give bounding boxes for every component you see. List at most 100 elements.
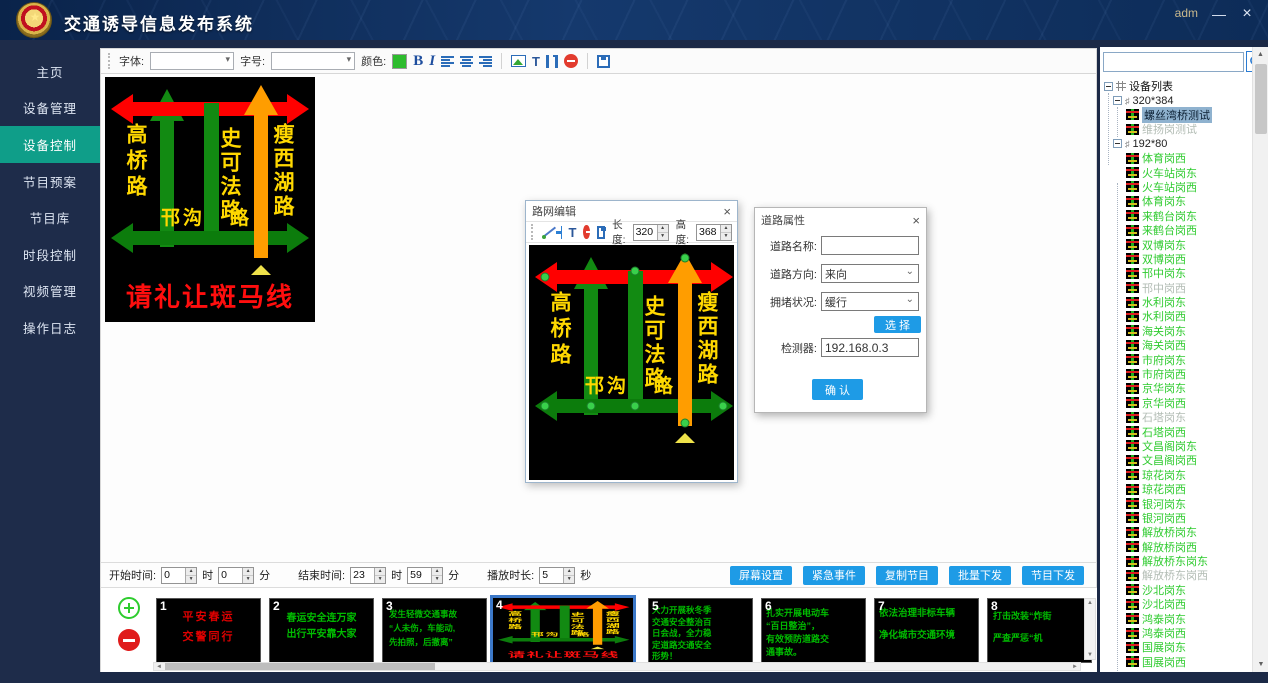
height-spinner[interactable]: 368 ▲▼ xyxy=(696,224,732,241)
minimize-button[interactable]: — xyxy=(1208,4,1230,24)
sidebar-item-program-plan[interactable]: 节目预案 xyxy=(0,163,100,200)
start-minute-spinner[interactable]: 0 ▲▼ xyxy=(218,567,254,584)
scrollbar-thumb[interactable] xyxy=(165,663,435,670)
end-hour-spinner[interactable]: 23 ▲▼ xyxy=(350,567,386,584)
tree-device-item[interactable]: 双博岗东 xyxy=(1100,237,1251,251)
tree-device-item[interactable]: 鸿泰岗西 xyxy=(1100,626,1251,640)
detector-input[interactable]: 192.168.0.3 xyxy=(821,338,919,357)
playlist-vertical-scrollbar[interactable]: ▲▼ xyxy=(1084,598,1096,660)
sidebar-item-video-manage[interactable]: 视频管理 xyxy=(0,273,100,310)
program-thumbnail[interactable]: 5 大力开展秋冬季 交通安全整治百 日会战，全力稳 定道路交通安全 形势！ xyxy=(648,598,753,663)
program-thumbnail[interactable]: 7 依法治理非标车辆 净化城市交通环境 xyxy=(874,598,979,663)
road-name-input[interactable] xyxy=(821,236,919,255)
batch-send-button[interactable]: 批量下发 xyxy=(949,566,1011,585)
align-left-icon[interactable] xyxy=(441,56,454,67)
scroll-up-arrow[interactable]: ▲ xyxy=(1253,47,1268,62)
tree-device-item[interactable]: 琼花岗东 xyxy=(1100,468,1251,482)
program-thumbnail[interactable]: 3 发生轻微交通事故 “人未伤，车能动, 先拍照，后撤离” xyxy=(382,598,487,663)
tree-device-item[interactable]: 文昌阁岗西 xyxy=(1100,453,1251,467)
tree-device-item[interactable]: 体育岗东 xyxy=(1100,194,1251,208)
horizontal-scrollbar[interactable]: ◄ ► xyxy=(153,662,1081,671)
tree-device-item[interactable]: 邗中岗西 xyxy=(1100,280,1251,294)
copy-program-button[interactable]: 复制节目 xyxy=(876,566,938,585)
tree-device-item[interactable]: 市府岗东 xyxy=(1100,352,1251,366)
screen-settings-button[interactable]: 屏幕设置 xyxy=(730,566,792,585)
collapse-icon[interactable] xyxy=(1113,139,1122,148)
tree-device-item[interactable]: 维扬岗测试 xyxy=(1100,122,1251,136)
tree-device-item[interactable]: 鸿泰岗东 xyxy=(1100,611,1251,625)
dialog-close-icon[interactable]: × xyxy=(912,214,920,227)
tree-device-item[interactable]: 邗中岗东 xyxy=(1100,266,1251,280)
scroll-left-arrow[interactable]: ◄ xyxy=(154,662,164,671)
text-tool-icon[interactable]: T xyxy=(532,54,540,69)
tree-device-item[interactable]: 市府岗西 xyxy=(1100,367,1251,381)
collapse-icon[interactable] xyxy=(1104,82,1113,91)
font-size-select[interactable] xyxy=(271,52,355,70)
line-tool-icon[interactable] xyxy=(542,226,548,239)
tree-root[interactable]: 设备列表 xyxy=(1100,79,1251,93)
delete-icon[interactable] xyxy=(564,54,578,68)
sidebar-item-device-control[interactable]: 设备控制 xyxy=(0,126,100,163)
save-icon[interactable] xyxy=(597,55,610,68)
road-direction-select[interactable]: 来向 xyxy=(821,264,919,283)
tree-device-item[interactable]: 海关岗东 xyxy=(1100,324,1251,338)
move-tool-icon[interactable] xyxy=(556,226,562,239)
length-spinner[interactable]: 320 ▲▼ xyxy=(633,224,669,241)
start-hour-spinner[interactable]: 0 ▲▼ xyxy=(161,567,197,584)
tree-group-320x384[interactable]: ♯ 320*384 xyxy=(1100,93,1251,107)
road-editor-canvas[interactable]: 高桥路 史可法路 瘦西湖路 邗沟 路 请礼让斑马线 xyxy=(529,245,734,480)
tree-device-item[interactable]: 火车站岗西 xyxy=(1100,180,1251,194)
tree-device-item[interactable]: 火车站岗东 xyxy=(1100,165,1251,179)
confirm-button[interactable]: 确 认 xyxy=(812,379,863,400)
tree-device-item[interactable]: 水利岗东 xyxy=(1100,295,1251,309)
font-select[interactable] xyxy=(150,52,234,70)
congestion-select[interactable]: 缓行 xyxy=(821,292,919,311)
program-thumbnail[interactable]: 8 打击改装“炸街 严查严惩“机 xyxy=(987,598,1092,663)
send-program-button[interactable]: 节目下发 xyxy=(1022,566,1084,585)
sidebar-item-operation-log[interactable]: 操作日志 xyxy=(0,309,100,346)
program-thumbnail[interactable]: 2 春运安全连万家 出行平安靠大家 xyxy=(269,598,374,663)
tree-device-item[interactable]: 水利岗西 xyxy=(1100,309,1251,323)
duration-spinner[interactable]: 5 ▲▼ xyxy=(539,567,575,584)
tree-device-item[interactable]: 银河岗西 xyxy=(1100,511,1251,525)
tree-device-item[interactable]: 国展岗西 xyxy=(1100,655,1251,669)
sidebar-item-device-manage[interactable]: 设备管理 xyxy=(0,90,100,127)
tree-device-item[interactable]: 琼花岗西 xyxy=(1100,482,1251,496)
delete-icon[interactable] xyxy=(583,225,590,239)
scroll-down-arrow[interactable]: ▼ xyxy=(1253,657,1268,672)
tree-device-item[interactable]: 文昌阁岗东 xyxy=(1100,439,1251,453)
collapse-icon[interactable] xyxy=(1113,96,1122,105)
text-tool-icon[interactable]: T xyxy=(569,225,577,240)
sidebar-item-time-control[interactable]: 时段控制 xyxy=(0,236,100,273)
tree-device-item[interactable]: 来鹤台岗西 xyxy=(1100,223,1251,237)
tree-device-item[interactable]: 石塔岗东 xyxy=(1100,410,1251,424)
tree-device-item[interactable]: 石塔岗西 xyxy=(1100,424,1251,438)
tree-device-item[interactable]: 解放桥东岗东 xyxy=(1100,554,1251,568)
remove-program-button[interactable] xyxy=(118,629,140,651)
close-button[interactable]: × xyxy=(1236,4,1258,24)
end-minute-spinner[interactable]: 59 ▲▼ xyxy=(407,567,443,584)
dialog-titlebar[interactable]: 路网编辑 × xyxy=(526,201,737,221)
add-program-button[interactable] xyxy=(118,597,140,619)
select-detector-button[interactable]: 选 择 xyxy=(874,316,921,333)
align-right-icon[interactable] xyxy=(479,56,492,67)
tree-device-item[interactable]: 国展岗东 xyxy=(1100,640,1251,654)
italic-button[interactable]: I xyxy=(429,53,435,70)
sidebar-item-program-library[interactable]: 节目库 xyxy=(0,199,100,236)
tree-device-item[interactable]: 解放桥东岗西 xyxy=(1100,568,1251,582)
sidebar-item-home[interactable]: 主页 xyxy=(0,53,100,90)
dialog-titlebar[interactable]: 道路属性 × xyxy=(755,208,926,232)
tree-device-item[interactable]: 沙北岗东 xyxy=(1100,583,1251,597)
dialog-close-icon[interactable]: × xyxy=(723,205,731,218)
program-thumbnail[interactable]: 6 扎实开展电动车 “百日整治”， 有效预防道路交 通事故。 xyxy=(761,598,866,663)
bold-button[interactable]: B xyxy=(413,53,423,70)
tree-device-item[interactable]: 京华岗东 xyxy=(1100,381,1251,395)
save-icon[interactable] xyxy=(597,226,605,239)
scroll-right-arrow[interactable]: ► xyxy=(1070,662,1080,671)
emergency-event-button[interactable]: 紧急事件 xyxy=(803,566,865,585)
insert-image-icon[interactable] xyxy=(511,55,526,67)
tree-group-192x80[interactable]: ♯ 192*80 xyxy=(1100,137,1251,151)
tree-device-item[interactable]: 来鹤台岗东 xyxy=(1100,209,1251,223)
program-thumbnail[interactable]: 1 平安春运 交警同行 xyxy=(156,598,261,663)
tree-device-item[interactable]: 解放桥岗西 xyxy=(1100,540,1251,554)
